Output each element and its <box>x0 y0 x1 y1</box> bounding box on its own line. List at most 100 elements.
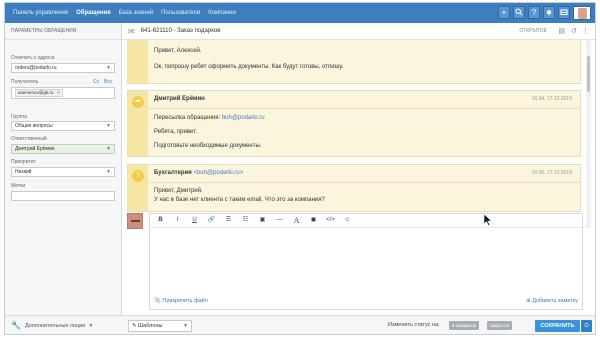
more-icon[interactable]: ⋮ <box>582 27 589 35</box>
note-icon: ! <box>132 170 144 182</box>
save-button[interactable]: Сохранить <box>535 320 580 332</box>
underline-button[interactable]: U <box>188 215 201 226</box>
feed-scrollbar[interactable] <box>586 40 591 228</box>
group-value: Общие вопросы <box>15 123 53 129</box>
chevron-down-icon: ▼ <box>106 169 111 175</box>
code-icon[interactable]: </> <box>324 215 337 226</box>
message-client-reply: Привет, Алексей. Ок, попрошу ребят оформ… <box>127 40 581 84</box>
italic-button[interactable]: I <box>171 215 184 226</box>
ticket-status[interactable]: Открытое <box>519 28 547 34</box>
chevron-down-icon: ▼ <box>88 322 94 329</box>
message-side <box>128 40 148 83</box>
help-icon[interactable]: ? <box>528 6 540 19</box>
advanced-options-label: Дополнительные опции <box>24 322 86 329</box>
reply-from-select[interactable]: orders@podarki.ru ▼ <box>11 63 115 73</box>
editor-toolbar: B I U 🔗 ☰ ☷ ▣ ― A ◼ </> ☺ <box>150 214 582 228</box>
message-line: Ребята, привет. <box>154 129 197 135</box>
reply-area: B I U 🔗 ☰ ☷ ▣ ― A ◼ </> ☺ 📎 Прикрепить ф… <box>127 213 583 310</box>
message-author: Дмитрий Ерёмин <box>154 96 205 102</box>
nav-knowledge-base[interactable]: База знаний <box>119 10 153 16</box>
user-avatar[interactable] <box>573 6 591 20</box>
template-icon: ✎ <box>132 323 137 329</box>
ticket-header: ✉ 641-621110 - Заказ подарков Открытое ▤… <box>122 23 595 40</box>
message-feed: Привет, Алексей. Ок, попрошу ребят оформ… <box>122 40 583 228</box>
responsible-select[interactable]: Дмитрий Ерёмин ▼ <box>11 144 115 154</box>
nav-tickets[interactable]: Обращения <box>76 10 111 16</box>
nav-dashboard[interactable]: Панель управления <box>13 10 68 16</box>
status-closed-button[interactable]: закрытое <box>487 321 513 330</box>
tags-label: Метки <box>11 183 26 189</box>
responsible-label: Ответственный <box>11 136 47 142</box>
document-icon[interactable]: ▤ <box>558 27 565 35</box>
priority-select[interactable]: Низкий ▼ <box>11 167 115 177</box>
forward-prefix: Пересылка обращения: <box>154 115 222 121</box>
remove-tag-icon[interactable]: ✕ <box>57 90 61 95</box>
bcc-link[interactable]: Bcc <box>104 79 112 85</box>
chevron-down-icon: ▼ <box>106 146 111 152</box>
message-line: Подготовьте необходимые документы. <box>154 143 262 149</box>
attach-file-link[interactable]: 📎 Прикрепить файл <box>154 298 208 304</box>
scrollbar-thumb[interactable] <box>587 56 590 92</box>
add-note-icon: ⊕ <box>526 298 531 304</box>
message-time: 16:36, 17.12.2019 <box>531 170 572 176</box>
background-color-icon[interactable]: ◼ <box>307 215 320 226</box>
bullet-list-icon[interactable]: ☰ <box>222 215 235 226</box>
templates-label: Шаблоны <box>138 323 163 329</box>
priority-value: Низкий <box>15 169 32 175</box>
bottom-bar: ✎ Шаблоны ▼ Изменить статус на: в ожидан… <box>122 315 595 334</box>
recipient-field[interactable]: asemenov@gk.ru ✕ <box>11 87 115 99</box>
bold-button[interactable]: B <box>154 215 167 226</box>
group-select[interactable]: Общие вопросы ▼ <box>11 121 115 131</box>
cc-link[interactable]: Cc <box>93 79 99 85</box>
search-icon[interactable] <box>513 6 525 19</box>
recipient-tag: asemenov@gk.ru ✕ <box>15 89 64 97</box>
divider <box>148 108 580 109</box>
author-name: Бухгалтерия <box>154 170 192 176</box>
numbered-list-icon[interactable]: ☷ <box>239 215 252 226</box>
ticket-parameters-panel: Параметры обращения Отвечать с адреса or… <box>5 23 122 334</box>
top-navigation: Панель управления Обращения База знаний … <box>5 3 595 23</box>
horizontal-rule-icon[interactable]: ― <box>273 215 286 226</box>
chevron-down-icon: ▼ <box>183 323 188 329</box>
nav-companies[interactable]: Компании <box>208 10 236 16</box>
forward-email-link[interactable]: buh@podarki.ru <box>222 115 265 121</box>
author-email: <buh@podarki.ru> <box>193 170 244 176</box>
message-side: ! <box>128 165 148 211</box>
text-color-icon[interactable]: A <box>290 215 303 226</box>
message-line: Привет, Дмитрий. <box>154 188 203 194</box>
reply-from-value: orders@podarki.ru <box>15 65 57 71</box>
reply-avatar <box>127 213 143 229</box>
link-icon[interactable]: 🔗 <box>205 215 218 226</box>
wrench-icon: 🔧 <box>11 321 21 330</box>
reply-editor[interactable]: B I U 🔗 ☰ ☷ ▣ ― A ◼ </> ☺ 📎 Прикрепить ф… <box>149 213 583 310</box>
divider <box>148 182 580 183</box>
nav-users[interactable]: Пользователи <box>161 10 200 16</box>
chevron-down-icon: ▼ <box>106 65 111 71</box>
emoji-icon[interactable]: ☺ <box>341 215 354 226</box>
notifications-icon[interactable] <box>543 6 555 19</box>
ticket-main: ✉ 641-621110 - Заказ подарков Открытое ▤… <box>122 23 595 334</box>
forward-line: Пересылка обращения: buh@podarki.ru <box>154 115 265 121</box>
history-icon[interactable]: ↺ <box>571 27 577 35</box>
add-note-link[interactable]: ⊕ Добавить заметку <box>526 298 578 304</box>
tags-input[interactable] <box>11 191 115 201</box>
image-icon[interactable]: ▣ <box>256 215 269 226</box>
save-options-icon[interactable]: ⊙ <box>581 320 592 332</box>
avatar-face <box>577 7 587 19</box>
advanced-options-button[interactable]: 🔧 Дополнительные опции ▼ <box>5 315 122 334</box>
plus-icon[interactable]: + <box>498 6 510 19</box>
templates-select[interactable]: ✎ Шаблоны ▼ <box>128 320 192 332</box>
responsible-value: Дмитрий Ерёмин <box>15 146 55 152</box>
status-pending-button[interactable]: в ожидании <box>449 321 480 330</box>
inbox-icon[interactable] <box>558 6 570 19</box>
message-forward: ➦ Дмитрий Ерёмин 16:34, 17.12.2019 Перес… <box>127 90 581 157</box>
message-time: 16:34, 17.12.2019 <box>531 96 572 102</box>
message-author: Бухгалтерия <buh@podarki.ru> <box>154 170 243 176</box>
attach-file-label: Прикрепить файл <box>162 298 208 304</box>
message-note: ! Бухгалтерия <buh@podarki.ru> 16:36, 17… <box>127 164 581 212</box>
recipient-tag-email: asemenov@gk.ru <box>18 90 54 95</box>
sidebar-title: Параметры обращения <box>5 23 121 40</box>
mouse-cursor-icon <box>483 213 493 226</box>
group-label: Группа <box>11 114 27 120</box>
message-line: Привет, Алексей. <box>154 48 202 54</box>
